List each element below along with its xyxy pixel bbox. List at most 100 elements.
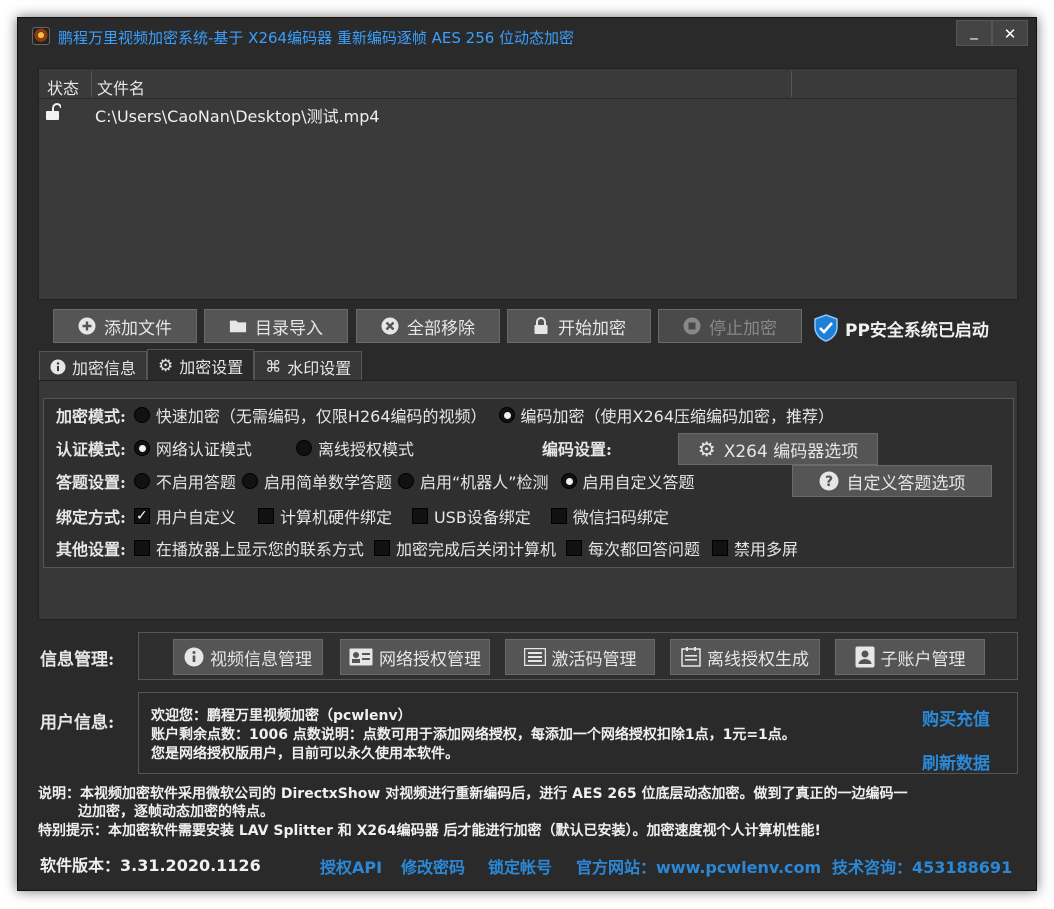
- x264-options-button[interactable]: ⚙ X264 编码器选项: [678, 433, 878, 465]
- column-header-status[interactable]: 状态: [47, 75, 79, 99]
- stop-encrypt-button[interactable]: 停止加密: [658, 309, 802, 343]
- settings-tabs: 加密信息 ⚙ 加密设置 ⌘ 水印设置: [39, 349, 363, 381]
- encrypt-settings-panel: 加密模式: 快速加密（无需编码，仅限H264编码的视频） 编码加密（使用X264…: [38, 380, 1018, 620]
- auth-api-link[interactable]: 授权API: [320, 854, 382, 878]
- quiz-none-radio[interactable]: 不启用答题: [133, 469, 236, 493]
- file-list[interactable]: 状态 文件名 C:\Users\CaoNan\Desktop\测试.mp4: [38, 68, 1018, 300]
- refresh-data-link[interactable]: 刷新数据: [922, 749, 990, 774]
- other-settings-label: 其他设置:: [56, 540, 126, 559]
- custom-quiz-options-button[interactable]: ? 自定义答题选项: [792, 465, 992, 497]
- x264-options-label: X264 编码器选项: [723, 441, 859, 462]
- stop-circle-icon: [683, 317, 701, 335]
- mode-fast-radio[interactable]: 快速加密（无需编码，仅限H264编码的视频）: [133, 403, 487, 427]
- close-circle-icon: [381, 317, 399, 335]
- file-path: C:\Users\CaoNan\Desktop\测试.mp4: [95, 107, 380, 126]
- welcome-text: 欢迎您：鹏程万里视频加密（pcwlenv）: [151, 708, 412, 724]
- user-badge-icon: [855, 646, 874, 668]
- software-version: 软件版本：3.31.2020.1126: [40, 856, 261, 875]
- bind-usb-checkbox[interactable]: USB设备绑定: [411, 504, 531, 528]
- disable-multiscreen-checkbox[interactable]: 禁用多屏: [711, 536, 798, 560]
- pp-status-text: PP安全系统已启动: [845, 320, 989, 341]
- tab-encrypt-info-label: 加密信息: [72, 358, 137, 378]
- encoder-settings-label: 编码设置:: [541, 440, 612, 459]
- network-auth-button[interactable]: 网络授权管理: [340, 639, 490, 675]
- auth-mode-label: 认证模式:: [56, 440, 126, 459]
- change-password-link[interactable]: 修改密码: [401, 854, 465, 878]
- question-circle-icon: ?: [819, 471, 838, 491]
- activation-code-button[interactable]: 激活码管理: [505, 639, 655, 675]
- quiz-settings-label: 答题设置:: [56, 473, 126, 492]
- file-list-header: 状态 文件名: [39, 69, 1017, 99]
- other-settings-row: 其他设置: 在播放器上显示您的联系方式 加密完成后关闭计算机 每次都回答问题 禁…: [56, 535, 810, 561]
- bind-hardware-checkbox[interactable]: 计算机硬件绑定: [257, 504, 392, 528]
- stop-encrypt-label: 停止加密: [709, 318, 777, 339]
- tab-watermark-settings-label: 水印设置: [287, 358, 352, 378]
- show-contact-checkbox[interactable]: 在播放器上显示您的联系方式: [133, 536, 364, 560]
- import-directory-label: 目录导入: [255, 318, 323, 339]
- title-bar[interactable]: 鹏程万里视频加密系统-基于 X264编码器 重新编码逐帧 AES 256 位动态…: [18, 18, 1036, 54]
- network-auth-label: 网络授权管理: [379, 649, 481, 670]
- column-header-filename[interactable]: 文件名: [97, 75, 145, 99]
- svg-text:?: ?: [824, 474, 832, 490]
- video-info-label: 视频信息管理: [210, 649, 312, 670]
- settings-group: 加密模式: 快速加密（无需编码，仅限H264编码的视频） 编码加密（使用X264…: [43, 398, 1014, 568]
- add-file-button[interactable]: 添加文件: [53, 309, 197, 343]
- official-website-link[interactable]: 官方网站：www.pcwlenv.com: [576, 854, 821, 878]
- file-row[interactable]: C:\Users\CaoNan\Desktop\测试.mp4: [39, 101, 1017, 126]
- info-management-label: 信息管理:: [40, 650, 115, 670]
- sub-account-button[interactable]: 子账户管理: [835, 639, 985, 675]
- quiz-custom-radio[interactable]: 启用自定义答题: [560, 469, 695, 493]
- lock-icon: [534, 317, 548, 334]
- window-title: 鹏程万里视频加密系统-基于 X264编码器 重新编码逐帧 AES 256 位动态…: [58, 29, 575, 47]
- quiz-settings-row: 答题设置: 不启用答题 启用简单数学答题 启用“机器人”检测 启用自定义答题: [56, 468, 707, 494]
- encrypt-mode-row: 加密模式: 快速加密（无需编码，仅限H264编码的视频） 编码加密（使用X264…: [56, 402, 846, 428]
- mode-encode-radio[interactable]: 编码加密（使用X264压缩编码加密，推荐）: [498, 403, 834, 427]
- remove-all-label: 全部移除: [407, 318, 475, 339]
- special-tip-note: 特别提示：本加密软件需要安装 LAV Splitter 和 X264编码器 后才…: [38, 823, 821, 839]
- app-logo-icon: [32, 27, 50, 45]
- shutdown-after-checkbox[interactable]: 加密完成后关闭计算机: [373, 536, 556, 560]
- tab-watermark-settings[interactable]: ⌘ 水印设置: [254, 351, 363, 381]
- tech-support-link[interactable]: 技术咨询：453188691: [832, 854, 1012, 878]
- app-window: 鹏程万里视频加密系统-基于 X264编码器 重新编码逐帧 AES 256 位动态…: [17, 17, 1037, 891]
- tab-encrypt-settings[interactable]: ⚙ 加密设置: [147, 349, 255, 381]
- close-button[interactable]: ✕: [992, 20, 1028, 46]
- answer-every-time-checkbox[interactable]: 每次都回答问题: [565, 536, 700, 560]
- info-management-group: 视频信息管理 网络授权管理 激活码管理 离线授权生成 子账户管理: [138, 632, 1018, 680]
- quiz-robot-radio[interactable]: 启用“机器人”检测: [397, 469, 549, 493]
- shield-check-icon: [814, 314, 838, 342]
- bind-user-checkbox[interactable]: ✓ 用户自定义: [133, 504, 236, 528]
- import-directory-button[interactable]: 目录导入: [204, 309, 348, 343]
- auth-network-radio[interactable]: 网络认证模式: [133, 436, 252, 460]
- info-icon: [184, 647, 204, 667]
- gear-icon: ⚙: [158, 355, 174, 376]
- tab-encrypt-info[interactable]: 加密信息: [39, 351, 148, 381]
- tab-encrypt-settings-label: 加密设置: [179, 357, 244, 377]
- lock-account-link[interactable]: 锁定帐号: [488, 854, 552, 878]
- quiz-math-radio[interactable]: 启用简单数学答题: [241, 469, 392, 493]
- video-info-button[interactable]: 视频信息管理: [173, 639, 323, 675]
- auth-mode-row: 认证模式: 网络认证模式 离线授权模式 编码设置:: [56, 435, 620, 461]
- sub-account-label: 子账户管理: [880, 649, 966, 670]
- buy-recharge-link[interactable]: 购买充值: [922, 705, 990, 730]
- remove-all-button[interactable]: 全部移除: [356, 309, 500, 343]
- bind-wechat-checkbox[interactable]: 微信扫码绑定: [550, 504, 669, 528]
- activation-code-label: 激活码管理: [551, 649, 637, 670]
- start-encrypt-button[interactable]: 开始加密: [507, 309, 651, 343]
- offline-auth-label: 离线授权生成: [707, 649, 809, 670]
- points-text: 账户剩余点数：1006 点数说明：点数可用于添加网络授权，每添加一个网络授权扣除…: [151, 727, 796, 743]
- minimize-button[interactable]: _: [956, 20, 992, 46]
- auth-offline-radio[interactable]: 离线授权模式: [295, 436, 414, 460]
- add-file-label: 添加文件: [104, 318, 172, 339]
- custom-quiz-options-label: 自定义答题选项: [846, 473, 966, 494]
- list-icon: [523, 648, 546, 666]
- offline-auth-button[interactable]: 离线授权生成: [670, 639, 820, 675]
- description-note-line2: 边加密，逐帧动态加密的特点。: [78, 804, 274, 820]
- folder-icon: [229, 320, 247, 333]
- unlock-icon: [46, 103, 61, 120]
- license-text: 您是网络授权版用户，目前可以永久使用本软件。: [151, 746, 459, 762]
- calendar-list-icon: [681, 647, 701, 667]
- description-note-line1: 说明：本视频加密软件采用微软公司的 DirectxShow 对视频进行重新编码后…: [38, 786, 908, 802]
- start-encrypt-label: 开始加密: [558, 318, 626, 339]
- encrypt-mode-label: 加密模式:: [56, 407, 126, 426]
